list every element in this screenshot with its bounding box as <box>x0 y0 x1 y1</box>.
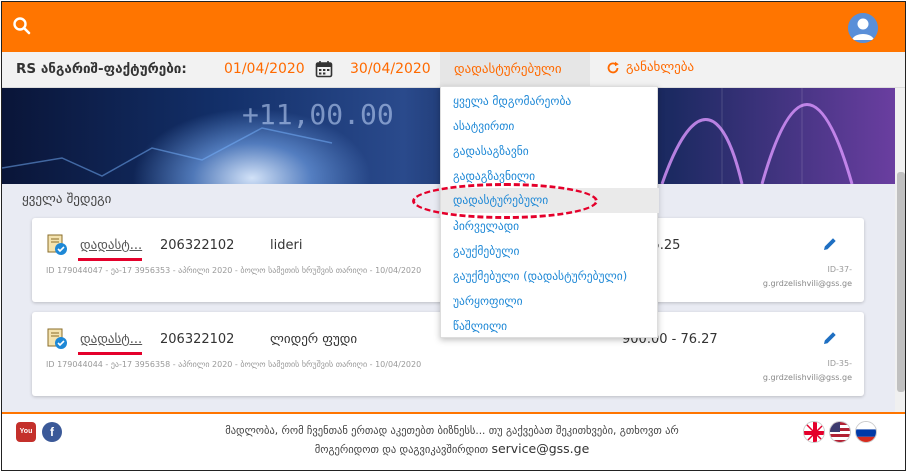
results-title: ყველა შედეგი <box>22 192 112 207</box>
facebook-icon[interactable]: f <box>42 422 62 442</box>
footer-message-line2-wrap: მოგერიდოთ და დაგვიკავშირდით service@gss.… <box>152 440 752 459</box>
top-bar <box>2 2 905 52</box>
invoice-status-link[interactable]: დადასტ... <box>80 332 142 347</box>
dropdown-option-selected[interactable]: დადასტურებული <box>441 188 659 213</box>
invoice-id: ID-35- <box>827 359 852 368</box>
invoice-user: g.grdzelishvili@gss.ge <box>762 279 852 288</box>
footer-message: მადლობა, რომ ჩვენთან ერთად აკეთებთ ბიზნე… <box>152 423 752 459</box>
invoice-meta: ID 179044047 - ეა-17 3956353 - აპრილი 20… <box>46 266 422 275</box>
invoice-company: lideri <box>270 238 303 253</box>
date-to-field[interactable]: 30/04/2020 <box>350 61 431 77</box>
scrollbar-thumb[interactable] <box>897 172 905 392</box>
dropdown-option[interactable]: ყველა მდგომარეობა <box>441 89 659 114</box>
flag-us-icon[interactable] <box>829 421 851 443</box>
flag-uk-icon[interactable] <box>803 421 825 443</box>
invoice-document-icon <box>47 234 67 255</box>
user-avatar-icon[interactable] <box>848 13 878 43</box>
edit-pencil-icon[interactable] <box>822 330 838 346</box>
dropdown-option[interactable]: წაშლილი <box>441 314 659 339</box>
dropdown-option[interactable]: უარყოფილი <box>441 289 659 314</box>
invoice-tin: 206322102 <box>160 238 235 253</box>
dropdown-option[interactable]: პირველადი <box>441 214 659 239</box>
app-window: RS ანგარიშ-ფაქტურები: 01/04/2020 30/04/2… <box>1 1 906 471</box>
refresh-icon <box>607 61 619 73</box>
dropdown-option[interactable]: ასატვირთი <box>441 114 659 139</box>
invoice-status-link[interactable]: დადასტ... <box>80 238 142 253</box>
invoice-document-icon <box>47 328 67 349</box>
dropdown-option[interactable]: გაუქმებული (დადასტურებული) <box>441 264 659 289</box>
calendar-icon[interactable] <box>315 60 333 78</box>
footer-message-line2: მოგერიდოთ და დაგვიკავშირდით <box>314 444 489 456</box>
highlight-underline <box>78 352 142 355</box>
refresh-label: განახლება <box>626 60 695 75</box>
filter-title: RS ანგარიშ-ფაქტურები: <box>16 61 187 77</box>
invoice-meta: ID 179044044 - ეა-17 3956358 - აპრილი 20… <box>46 360 422 369</box>
highlight-underline <box>78 258 142 261</box>
footer: You f მადლობა, რომ ჩვენთან ერთად აკეთებთ… <box>2 412 905 470</box>
invoice-tin: 206322102 <box>160 332 235 347</box>
date-from-field[interactable]: 01/04/2020 <box>224 61 305 77</box>
edit-pencil-icon[interactable] <box>822 236 838 252</box>
dropdown-option[interactable]: გადასაგზავნი <box>441 139 659 164</box>
dropdown-option[interactable]: გაუქმებული <box>441 239 659 264</box>
refresh-button[interactable]: განახლება <box>606 60 694 75</box>
search-icon[interactable] <box>12 16 32 36</box>
status-dropdown-menu: ყველა მდგომარეობა ასატვირთი გადასაგზავნი… <box>440 86 659 339</box>
invoice-company: ლიდერ ფუდი <box>270 332 358 347</box>
dropdown-option[interactable]: გადაგზავნილი <box>441 164 659 189</box>
invoice-user: g.grdzelishvili@gss.ge <box>762 373 852 382</box>
invoice-id: ID-37- <box>827 265 852 274</box>
support-email[interactable]: service@gss.ge <box>491 441 589 456</box>
filter-bar: RS ანგარიშ-ფაქტურები: 01/04/2020 30/04/2… <box>2 52 905 88</box>
status-select[interactable]: დადასტურებული <box>440 52 590 88</box>
footer-message-line1: მადლობა, რომ ჩვენთან ერთად აკეთებთ ბიზნე… <box>225 425 679 437</box>
flag-ru-icon[interactable] <box>855 421 877 443</box>
youtube-icon[interactable]: You <box>16 422 36 442</box>
